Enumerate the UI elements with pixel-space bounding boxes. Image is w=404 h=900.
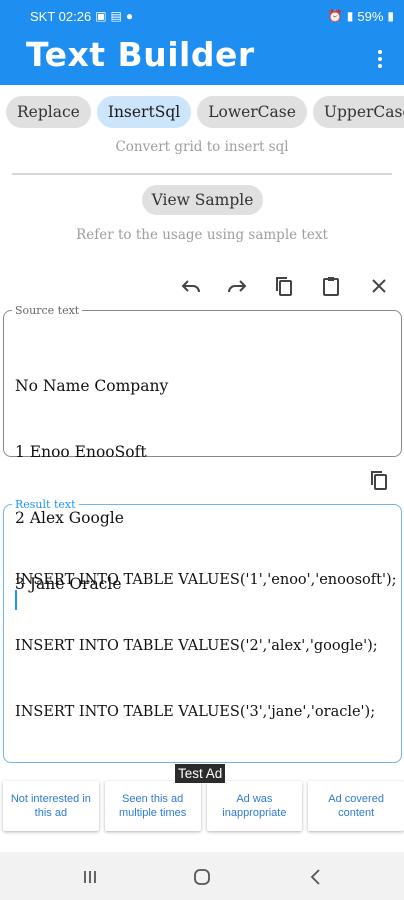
ad-option-inappropriate[interactable]: Ad was inappropriate [206,781,303,831]
gallery-notification-icon: ▣ [95,9,107,23]
result-text-label: Result text [12,498,79,511]
message-notification-icon: ▤ [110,9,122,23]
ad-option-seen-multiple[interactable]: Seen this ad multiple times [104,781,201,831]
redo-icon[interactable] [222,271,252,301]
alarm-icon: ⏰ [327,9,343,23]
back-icon[interactable] [303,864,329,890]
paste-icon[interactable] [316,271,346,301]
ad-option-not-interested[interactable]: Not interested in this ad [3,781,99,831]
system-nav-bar [0,852,404,900]
battery-icon: ▮ [387,9,394,23]
app-bar: Text Builder [0,32,404,85]
test-ad-tag: Test Ad [175,764,226,783]
text-cursor [15,590,17,610]
ad-option-covered-content[interactable]: Ad covered content [308,781,404,831]
sample-hint: Refer to the usage using sample text [76,227,328,243]
status-bar: SKT 02:26 ▣ ▤ ● ⏰ ▮ 59% ▮ [0,0,404,32]
result-line: INSERT INTO TABLE VALUES('2','alex','goo… [15,638,378,654]
source-text-field[interactable]: Source text No Name Company 1 Enoo EnooS… [3,304,402,593]
source-line: No Name Company [15,377,169,395]
chip-replace[interactable]: Replace [6,96,91,128]
status-time: SKT 02:26 [30,8,92,24]
close-icon[interactable] [364,271,394,301]
overflow-menu-icon[interactable] [370,46,390,72]
mode-chips: Replace InsertSql LowerCase UpperCase [6,96,404,128]
chip-insertsql[interactable]: InsertSql [96,96,192,128]
signal-icon: ▮ [346,9,354,23]
divider [12,173,392,175]
chip-lowercase[interactable]: LowerCase [197,96,307,128]
source-text-label: Source text [12,304,83,317]
result-line: INSERT INTO TABLE VALUES('3','jane','ora… [15,704,376,720]
source-line: 1 Enoo EnooSoft [15,443,147,461]
app-title: Text Builder [26,35,255,74]
mode-hint: Convert grid to insert sql [115,139,289,155]
copy-icon[interactable] [269,271,299,301]
account-notification-icon: ● [125,9,134,23]
view-sample-button[interactable]: View Sample [142,185,263,215]
result-line: INSERT INTO TABLE VALUES('1','enoo','eno… [15,572,397,588]
result-text-field[interactable]: Result text INSERT INTO TABLE VALUES('1'… [3,498,402,763]
ad-feedback-options: Not interested in this ad Seen this ad m… [3,781,404,834]
chip-uppercase[interactable]: UpperCase [312,96,404,128]
result-text-content[interactable]: INSERT INTO TABLE VALUES('1','enoo','eno… [15,525,397,767]
battery-percent: 59% [357,8,384,24]
home-icon[interactable] [189,864,215,890]
copy-result-icon[interactable] [364,465,394,495]
undo-icon[interactable] [176,271,206,301]
recent-apps-icon[interactable] [77,864,103,890]
